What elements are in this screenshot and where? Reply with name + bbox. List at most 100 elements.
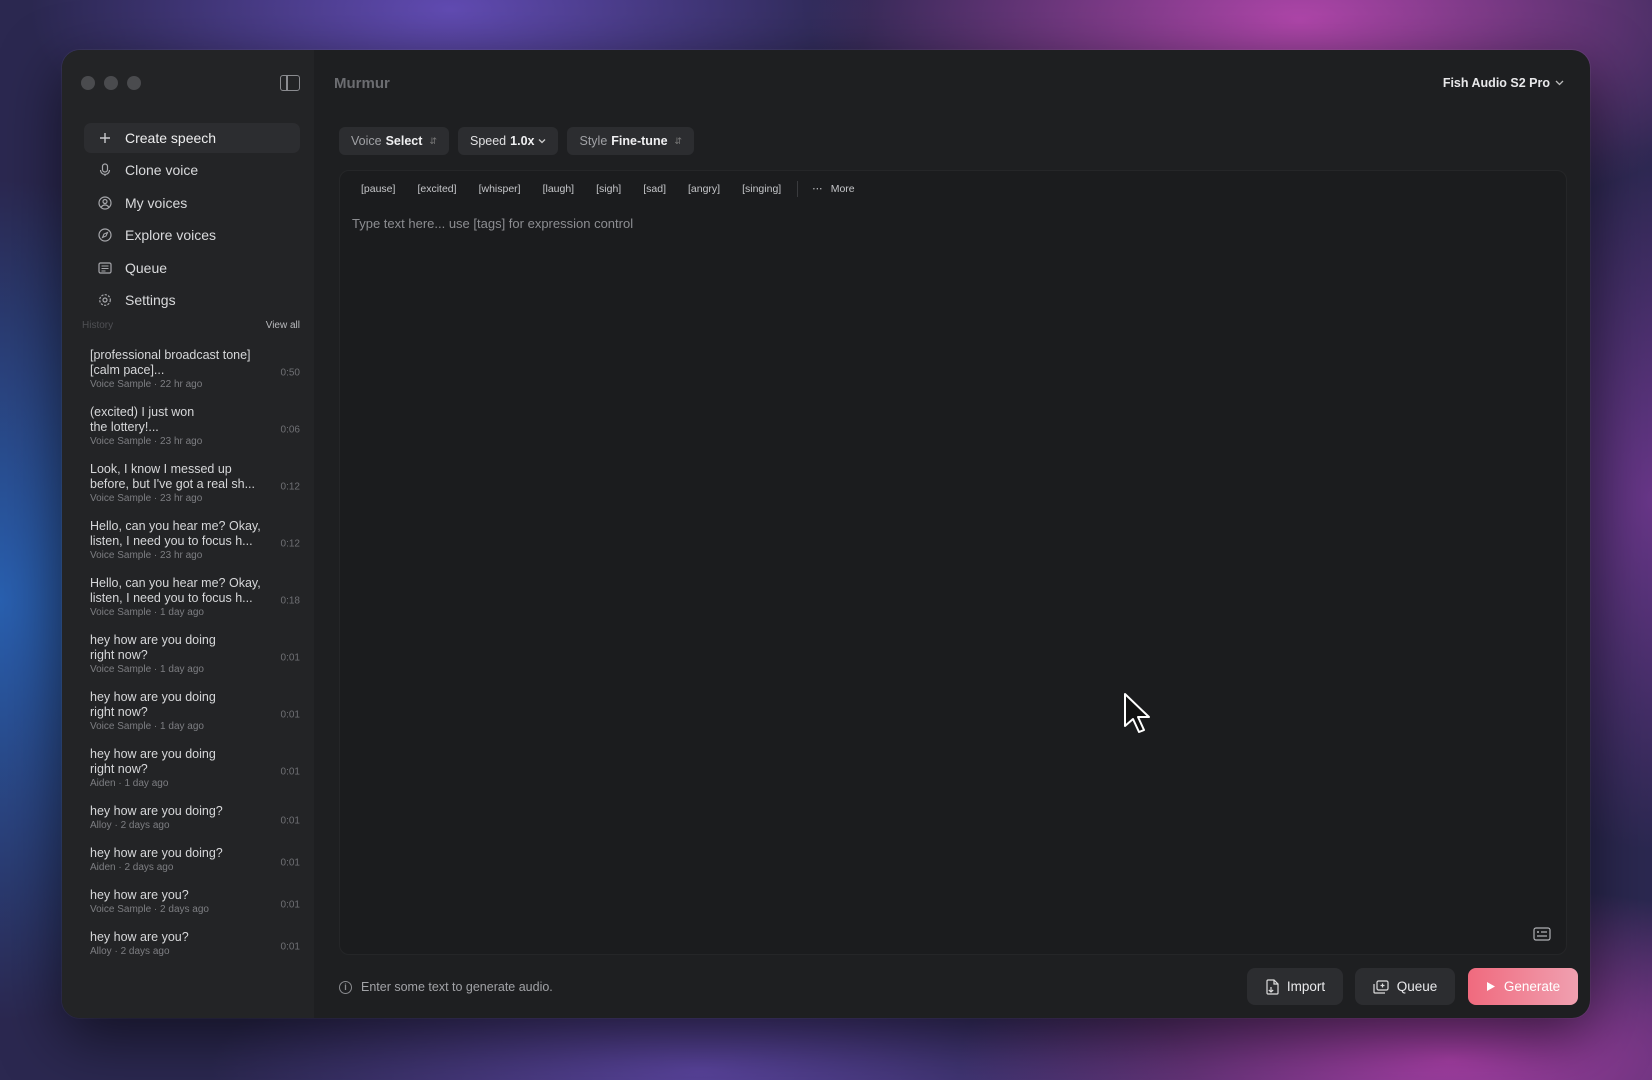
updown-chevron-icon: ⇵ xyxy=(674,135,683,146)
sidebar-toggle-icon[interactable] xyxy=(280,75,300,91)
info-icon: i xyxy=(339,980,352,994)
import-label: Import xyxy=(1286,979,1326,994)
history-item-meta: Voice Sample · 2 days ago xyxy=(90,904,209,915)
text-editor[interactable]: [pause] [excited] [whisper] [laugh] [sig… xyxy=(339,170,1567,955)
nav-label: My voices xyxy=(125,194,188,211)
history-item-text: [professional broadcast tone] [calm pace… xyxy=(90,348,251,377)
control-bar: Voice Select ⇵ Speed 1.0x Style Fine-tun… xyxy=(339,127,695,155)
file-import-icon xyxy=(1266,978,1279,995)
history-item[interactable]: hey how are you doing? Alloy · 2 days ag… xyxy=(82,800,300,842)
tag-pause[interactable]: [pause] xyxy=(353,178,403,200)
ellipsis-icon: ⋯ xyxy=(812,183,823,195)
nav-explore-voices[interactable]: Explore voices xyxy=(84,220,300,250)
nav-label: Settings xyxy=(125,291,176,308)
history-item[interactable]: hey how are you? Voice Sample · 2 days a… xyxy=(82,884,300,926)
history-item-duration: 0:01 xyxy=(280,857,300,869)
style-select[interactable]: Style Fine-tune ⇵ xyxy=(567,127,695,155)
nav-label: Create speech xyxy=(125,130,217,146)
model-label: Fish Audio S2 Pro xyxy=(1442,76,1550,90)
history-item-duration: 0:50 xyxy=(280,367,300,378)
sidebar: Create speech Clone voice My voices Expl… xyxy=(62,50,314,1018)
style-select-value: Fine-tune xyxy=(611,134,668,148)
minimize-window-button[interactable] xyxy=(104,76,118,90)
history-item-duration: 0:06 xyxy=(280,424,300,435)
history-item-text: hey how are you doing? xyxy=(90,846,223,860)
history-item[interactable]: Hello, can you hear me? Okay, listen, I … xyxy=(82,515,300,572)
history-item-meta: Voice Sample · 23 hr ago xyxy=(90,550,203,561)
history-item[interactable]: (excited) I just won the lottery!... Voi… xyxy=(82,401,300,458)
window-controls xyxy=(81,76,141,90)
history-item-duration: 0:01 xyxy=(280,766,300,777)
app-window: Create speech Clone voice My voices Expl… xyxy=(62,50,1590,1018)
history-item-text: hey how are you doing right now? xyxy=(90,633,216,662)
nav-queue[interactable]: Queue xyxy=(84,253,300,283)
history-heading: History xyxy=(82,320,114,331)
format-list-icon[interactable] xyxy=(1533,926,1551,942)
history-item-meta: Alloy · 2 days ago xyxy=(90,820,170,831)
history-item-text: (excited) I just won the lottery!... xyxy=(90,405,195,434)
nav-label: Clone voice xyxy=(125,162,199,179)
nav-settings[interactable]: Settings xyxy=(84,285,300,315)
history-item-meta: Voice Sample · 1 day ago xyxy=(90,607,204,618)
status-hint: i Enter some text to generate audio. xyxy=(339,980,553,994)
history-item-text: hey how are you? xyxy=(90,930,189,944)
voice-select-value: Select xyxy=(385,134,423,148)
speed-select[interactable]: Speed 1.0x xyxy=(457,127,559,155)
nav-create-speech[interactable]: Create speech xyxy=(84,123,300,153)
history-item-duration: 0:12 xyxy=(280,481,300,492)
speed-select-value: 1.0x xyxy=(510,134,535,148)
history-item-text: hey how are you doing right now? xyxy=(90,747,216,776)
history-item[interactable]: Look, I know I messed up before, but I'v… xyxy=(82,458,300,515)
history-item-duration: 0:01 xyxy=(280,941,300,953)
history-item[interactable]: hey how are you? Alloy · 2 days ago 0:01 xyxy=(82,926,300,968)
updown-chevron-icon: ⇵ xyxy=(429,135,437,146)
more-label: More xyxy=(830,183,855,195)
history-item[interactable]: Hello, can you hear me? Okay, listen, I … xyxy=(82,572,300,629)
history-item-meta: Alloy · 2 days ago xyxy=(90,946,170,957)
nav-my-voices[interactable]: My voices xyxy=(84,188,300,218)
import-button[interactable]: Import xyxy=(1247,968,1343,1005)
app-title: Murmur xyxy=(334,75,390,92)
history-item-text: Hello, can you hear me? Okay, listen, I … xyxy=(90,576,261,605)
history-item[interactable]: hey how are you doing? Aiden · 2 days ag… xyxy=(82,842,300,884)
tag-sad[interactable]: [sad] xyxy=(635,178,674,200)
sidebar-nav: Create speech Clone voice My voices Expl… xyxy=(84,123,300,317)
close-window-button[interactable] xyxy=(81,76,95,90)
history-item-duration: 0:01 xyxy=(280,899,300,911)
history-item-text: hey how are you doing right now? xyxy=(90,690,216,719)
tag-whisper[interactable]: [whisper] xyxy=(471,178,529,200)
tag-angry[interactable]: [angry] xyxy=(680,178,728,200)
history-item[interactable]: hey how are you doing right now? Aiden ·… xyxy=(82,743,300,800)
mouse-pointer-icon xyxy=(1124,693,1150,733)
history-item-duration: 0:12 xyxy=(280,538,300,549)
mic-icon xyxy=(98,163,112,177)
style-select-label: Style xyxy=(579,134,608,148)
history-item-meta: Aiden · 2 days ago xyxy=(90,862,174,873)
nav-clone-voice[interactable]: Clone voice xyxy=(84,155,300,185)
tag-excited[interactable]: [excited] xyxy=(409,178,464,200)
history-item[interactable]: [professional broadcast tone] [calm pace… xyxy=(82,344,300,401)
generate-button[interactable]: Generate xyxy=(1468,968,1578,1005)
tag-singing[interactable]: [singing] xyxy=(734,178,789,200)
history-item-text: Hello, can you hear me? Okay, listen, I … xyxy=(90,519,261,548)
voice-select-label: Voice xyxy=(351,134,382,148)
history-item-duration: 0:18 xyxy=(280,595,300,606)
model-selector[interactable]: Fish Audio S2 Pro xyxy=(1443,76,1564,90)
view-all-link[interactable]: View all xyxy=(266,320,300,331)
queue-icon xyxy=(1373,979,1389,994)
status-hint-text: Enter some text to generate audio. xyxy=(361,980,553,994)
tag-sigh[interactable]: [sigh] xyxy=(588,178,629,200)
history-item-duration: 0:01 xyxy=(280,709,300,720)
history-item-duration: 0:01 xyxy=(280,815,300,827)
history-item[interactable]: hey how are you doing right now? Voice S… xyxy=(82,686,300,743)
more-tags-button[interactable]: ⋯ More xyxy=(806,183,860,195)
gear-icon xyxy=(98,293,112,307)
maximize-window-button[interactable] xyxy=(127,76,141,90)
history-header: History View all xyxy=(82,320,300,331)
history-item-meta: Voice Sample · 23 hr ago xyxy=(90,493,203,504)
voice-select[interactable]: Voice Select ⇵ xyxy=(339,127,449,155)
history-item-meta: Voice Sample · 23 hr ago xyxy=(90,436,203,447)
queue-button[interactable]: Queue xyxy=(1355,968,1455,1005)
history-item[interactable]: hey how are you doing right now? Voice S… xyxy=(82,629,300,686)
tag-laugh[interactable]: [laugh] xyxy=(535,178,583,200)
